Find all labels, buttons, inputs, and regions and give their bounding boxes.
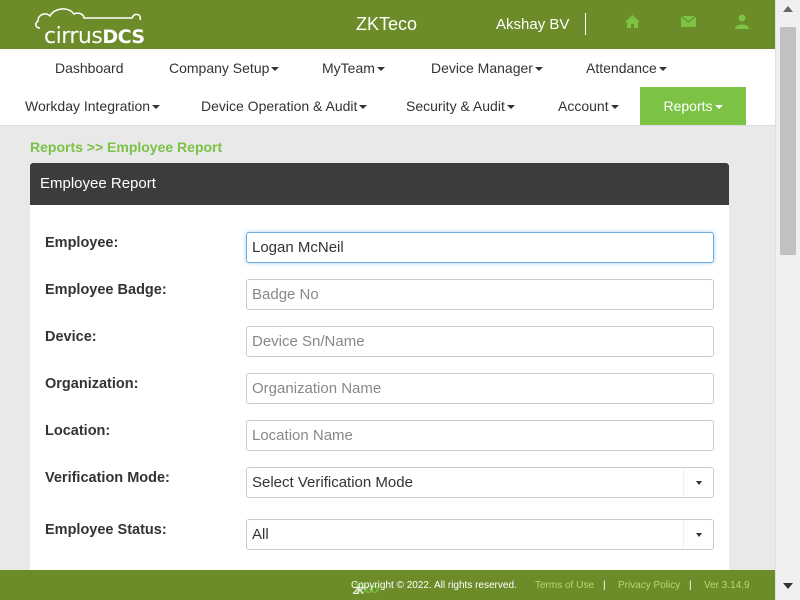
nav-dashboard-label: Dashboard xyxy=(55,60,124,76)
caret-down-icon xyxy=(658,67,667,72)
scroll-down-icon[interactable] xyxy=(783,583,793,589)
caret-down-icon xyxy=(534,67,543,72)
nav-security-audit[interactable]: Security & Audit xyxy=(406,87,515,125)
employee-label: Employee: xyxy=(45,235,119,251)
nav-company-setup[interactable]: Company Setup xyxy=(169,49,280,87)
logo-text-bold: DCS xyxy=(102,26,145,48)
footer: ZK Teco Copyright © 2022. All rights rese… xyxy=(0,570,775,600)
nav-account[interactable]: Account xyxy=(558,87,619,125)
scroll-up-icon[interactable] xyxy=(783,6,793,12)
nav-device-operation-audit[interactable]: Device Operation & Audit xyxy=(201,87,368,125)
version-text: Ver 3.14.9 xyxy=(704,580,750,591)
brand-name: ZKTeco xyxy=(356,14,418,34)
header-divider xyxy=(585,13,586,35)
footer-separator: | xyxy=(689,580,692,591)
nav-company-setup-label: Company Setup xyxy=(169,60,270,76)
device-input[interactable] xyxy=(246,326,714,357)
employee-badge-input[interactable] xyxy=(246,279,714,310)
verification-mode-label: Verification Mode: xyxy=(45,470,170,486)
caret-down-icon xyxy=(376,67,385,72)
nav-device-manager-label: Device Manager xyxy=(431,60,533,76)
panel-title: Employee Report xyxy=(30,163,729,205)
nav-reports[interactable]: Reports xyxy=(640,87,746,125)
verification-mode-select[interactable]: Select Verification Mode xyxy=(246,467,714,498)
scroll-thumb[interactable] xyxy=(780,27,796,255)
username[interactable]: Akshay BV xyxy=(496,16,569,33)
caret-down-icon xyxy=(271,67,280,72)
caret-down-icon xyxy=(714,105,723,110)
employee-input[interactable] xyxy=(246,232,714,263)
nav-device-manager[interactable]: Device Manager xyxy=(431,49,543,87)
organization-label: Organization: xyxy=(45,376,139,392)
top-header: cirrusDCS ZKTeco Akshay BV xyxy=(0,0,775,49)
nav-myteam-label: MyTeam xyxy=(322,60,375,76)
nav-account-label: Account xyxy=(558,98,609,114)
breadcrumb[interactable]: Reports >> Employee Report xyxy=(30,139,222,155)
employee-badge-label: Employee Badge: xyxy=(45,282,167,298)
location-label: Location: xyxy=(45,423,111,439)
user-icon[interactable] xyxy=(735,14,753,32)
nav-reports-label: Reports xyxy=(663,98,713,114)
nav-security-audit-label: Security & Audit xyxy=(406,98,505,114)
employee-status-select[interactable]: All xyxy=(246,519,714,550)
employee-status-label: Employee Status: xyxy=(45,522,167,538)
chevron-down-icon[interactable] xyxy=(683,520,713,549)
nav-myteam[interactable]: MyTeam xyxy=(322,49,385,87)
nav-workday-integration[interactable]: Workday Integration xyxy=(25,87,161,125)
privacy-link[interactable]: Privacy Policy xyxy=(618,580,680,591)
terms-link[interactable]: Terms of Use xyxy=(535,580,594,591)
organization-input[interactable] xyxy=(246,373,714,404)
cirrus-dcs-logo[interactable]: cirrusDCS xyxy=(34,4,145,49)
envelope-icon[interactable] xyxy=(680,14,698,32)
caret-down-icon xyxy=(610,105,619,110)
caret-down-icon xyxy=(359,105,368,110)
caret-down-icon xyxy=(506,105,515,110)
location-input[interactable] xyxy=(246,420,714,451)
footer-separator: | xyxy=(603,580,606,591)
employee-status-value: All xyxy=(252,526,269,543)
main-navigation: Dashboard Company Setup MyTeam Device Ma… xyxy=(0,49,775,126)
home-icon[interactable] xyxy=(624,14,642,32)
nav-attendance[interactable]: Attendance xyxy=(586,49,667,87)
device-label: Device: xyxy=(45,329,97,345)
verification-mode-value: Select Verification Mode xyxy=(252,474,413,491)
nav-dashboard[interactable]: Dashboard xyxy=(55,49,124,87)
nav-workday-integration-label: Workday Integration xyxy=(25,98,151,114)
copyright-text: Copyright © 2022. All rights reserved. xyxy=(351,580,517,591)
caret-down-icon xyxy=(152,105,161,110)
vertical-scrollbar[interactable] xyxy=(775,0,800,600)
nav-attendance-label: Attendance xyxy=(586,60,657,76)
nav-device-operation-audit-label: Device Operation & Audit xyxy=(201,98,358,114)
logo-text: cirrus xyxy=(44,24,103,49)
chevron-down-icon[interactable] xyxy=(683,468,713,497)
